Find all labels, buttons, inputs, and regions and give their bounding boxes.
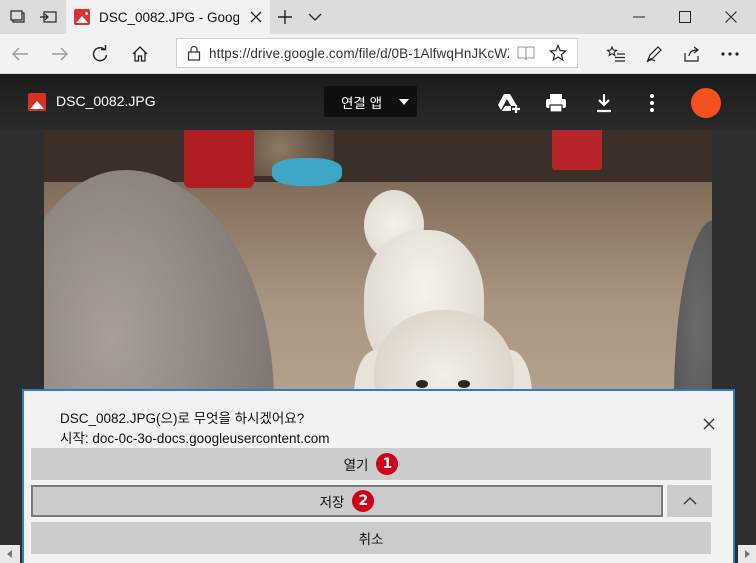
tab-strip: DSC_0082.JPG - Google [0, 0, 756, 34]
tab-preview-icon [10, 10, 25, 23]
navigation-bar: https://drive.google.com/file/d/0B-1Alfw… [0, 34, 756, 74]
tab-title: DSC_0082.JPG - Google [99, 9, 239, 25]
more-options-button[interactable] [639, 90, 665, 116]
back-button[interactable] [4, 38, 36, 70]
refresh-icon [92, 45, 108, 62]
add-to-drive-icon [498, 94, 520, 113]
step-badge-1: 1 [376, 453, 399, 475]
open-button-label: 열기 [343, 458, 369, 473]
add-to-drive-button[interactable] [496, 90, 522, 116]
forward-button[interactable] [44, 38, 76, 70]
photo-favicon-icon [74, 9, 90, 25]
viewer-toolbar: DSC_0082.JPG 연결 앱 [0, 74, 756, 130]
book-icon [517, 46, 535, 61]
web-note-button[interactable] [638, 38, 670, 70]
scroll-left-button[interactable] [0, 545, 20, 563]
more-horizontal-icon [721, 52, 739, 56]
favorites-hub-button[interactable] [600, 38, 632, 70]
tab-list-button[interactable] [300, 0, 330, 34]
caret-down-icon [399, 99, 409, 105]
lock-icon [187, 45, 201, 61]
new-tab-button[interactable] [270, 0, 300, 34]
image-file-icon [28, 93, 46, 111]
open-with-button[interactable]: 연결 앱 [324, 86, 417, 117]
maximize-button[interactable] [662, 0, 708, 34]
arrow-right-icon [52, 47, 68, 61]
cancel-button-label: 취소 [358, 532, 384, 547]
favorite-button[interactable] [548, 43, 568, 67]
save-button-label: 저장 [319, 495, 345, 510]
tab-active[interactable]: DSC_0082.JPG - Google [66, 0, 270, 34]
minimize-button[interactable] [616, 0, 662, 34]
save-options-button[interactable] [667, 485, 712, 517]
share-icon [684, 46, 699, 62]
favorites-list-icon [606, 45, 625, 62]
download-prompt: DSC_0082.JPG(으)로 무엇을 하시겠어요? 시작: doc-0c-3… [22, 389, 735, 563]
star-icon [548, 43, 568, 62]
printer-icon [546, 94, 566, 113]
more-actions-button[interactable] [714, 38, 746, 70]
close-icon [725, 11, 737, 23]
triangle-right-icon [745, 550, 750, 558]
prompt-origin: 시작: doc-0c-3o-docs.googleusercontent.com [60, 431, 330, 446]
plus-icon [278, 10, 292, 24]
minimize-icon [633, 16, 645, 18]
tab-preview-button[interactable] [2, 0, 34, 34]
chevron-up-icon [683, 497, 696, 505]
share-button[interactable] [676, 38, 708, 70]
refresh-button[interactable] [84, 38, 116, 70]
tab-close-button[interactable] [248, 9, 264, 25]
file-name: DSC_0082.JPG [56, 93, 156, 109]
window-close-button[interactable] [708, 0, 754, 34]
more-vertical-icon [650, 94, 654, 112]
open-button[interactable]: 열기 1 [31, 448, 711, 480]
print-button[interactable] [543, 90, 569, 116]
save-button[interactable]: 저장 2 [31, 485, 663, 517]
cancel-button[interactable]: 취소 [31, 522, 711, 554]
step-badge-2: 2 [352, 490, 375, 512]
download-button[interactable] [591, 90, 617, 116]
address-bar[interactable]: https://drive.google.com/file/d/0B-1Alfw… [176, 38, 578, 68]
triangle-left-icon [7, 550, 12, 558]
download-icon [597, 94, 611, 113]
close-icon [250, 11, 262, 23]
chevron-down-icon [308, 13, 322, 21]
avatar[interactable] [691, 88, 721, 118]
arrow-left-icon [12, 47, 28, 61]
set-tabs-aside-icon [40, 11, 57, 23]
prompt-question: DSC_0082.JPG(으)로 무엇을 하시겠어요? [60, 411, 305, 426]
close-icon [703, 418, 715, 430]
home-icon [132, 46, 148, 62]
pen-icon [646, 46, 662, 63]
prompt-close-button[interactable] [700, 415, 718, 433]
reading-view-button[interactable] [517, 45, 535, 66]
url-text[interactable]: https://drive.google.com/file/d/0B-1Alfw… [209, 46, 509, 61]
home-button[interactable] [124, 38, 156, 70]
scroll-right-button[interactable] [738, 545, 756, 563]
open-with-label: 연결 앱 [341, 95, 383, 111]
set-tabs-aside-button[interactable] [32, 0, 64, 34]
maximize-icon [679, 11, 691, 23]
